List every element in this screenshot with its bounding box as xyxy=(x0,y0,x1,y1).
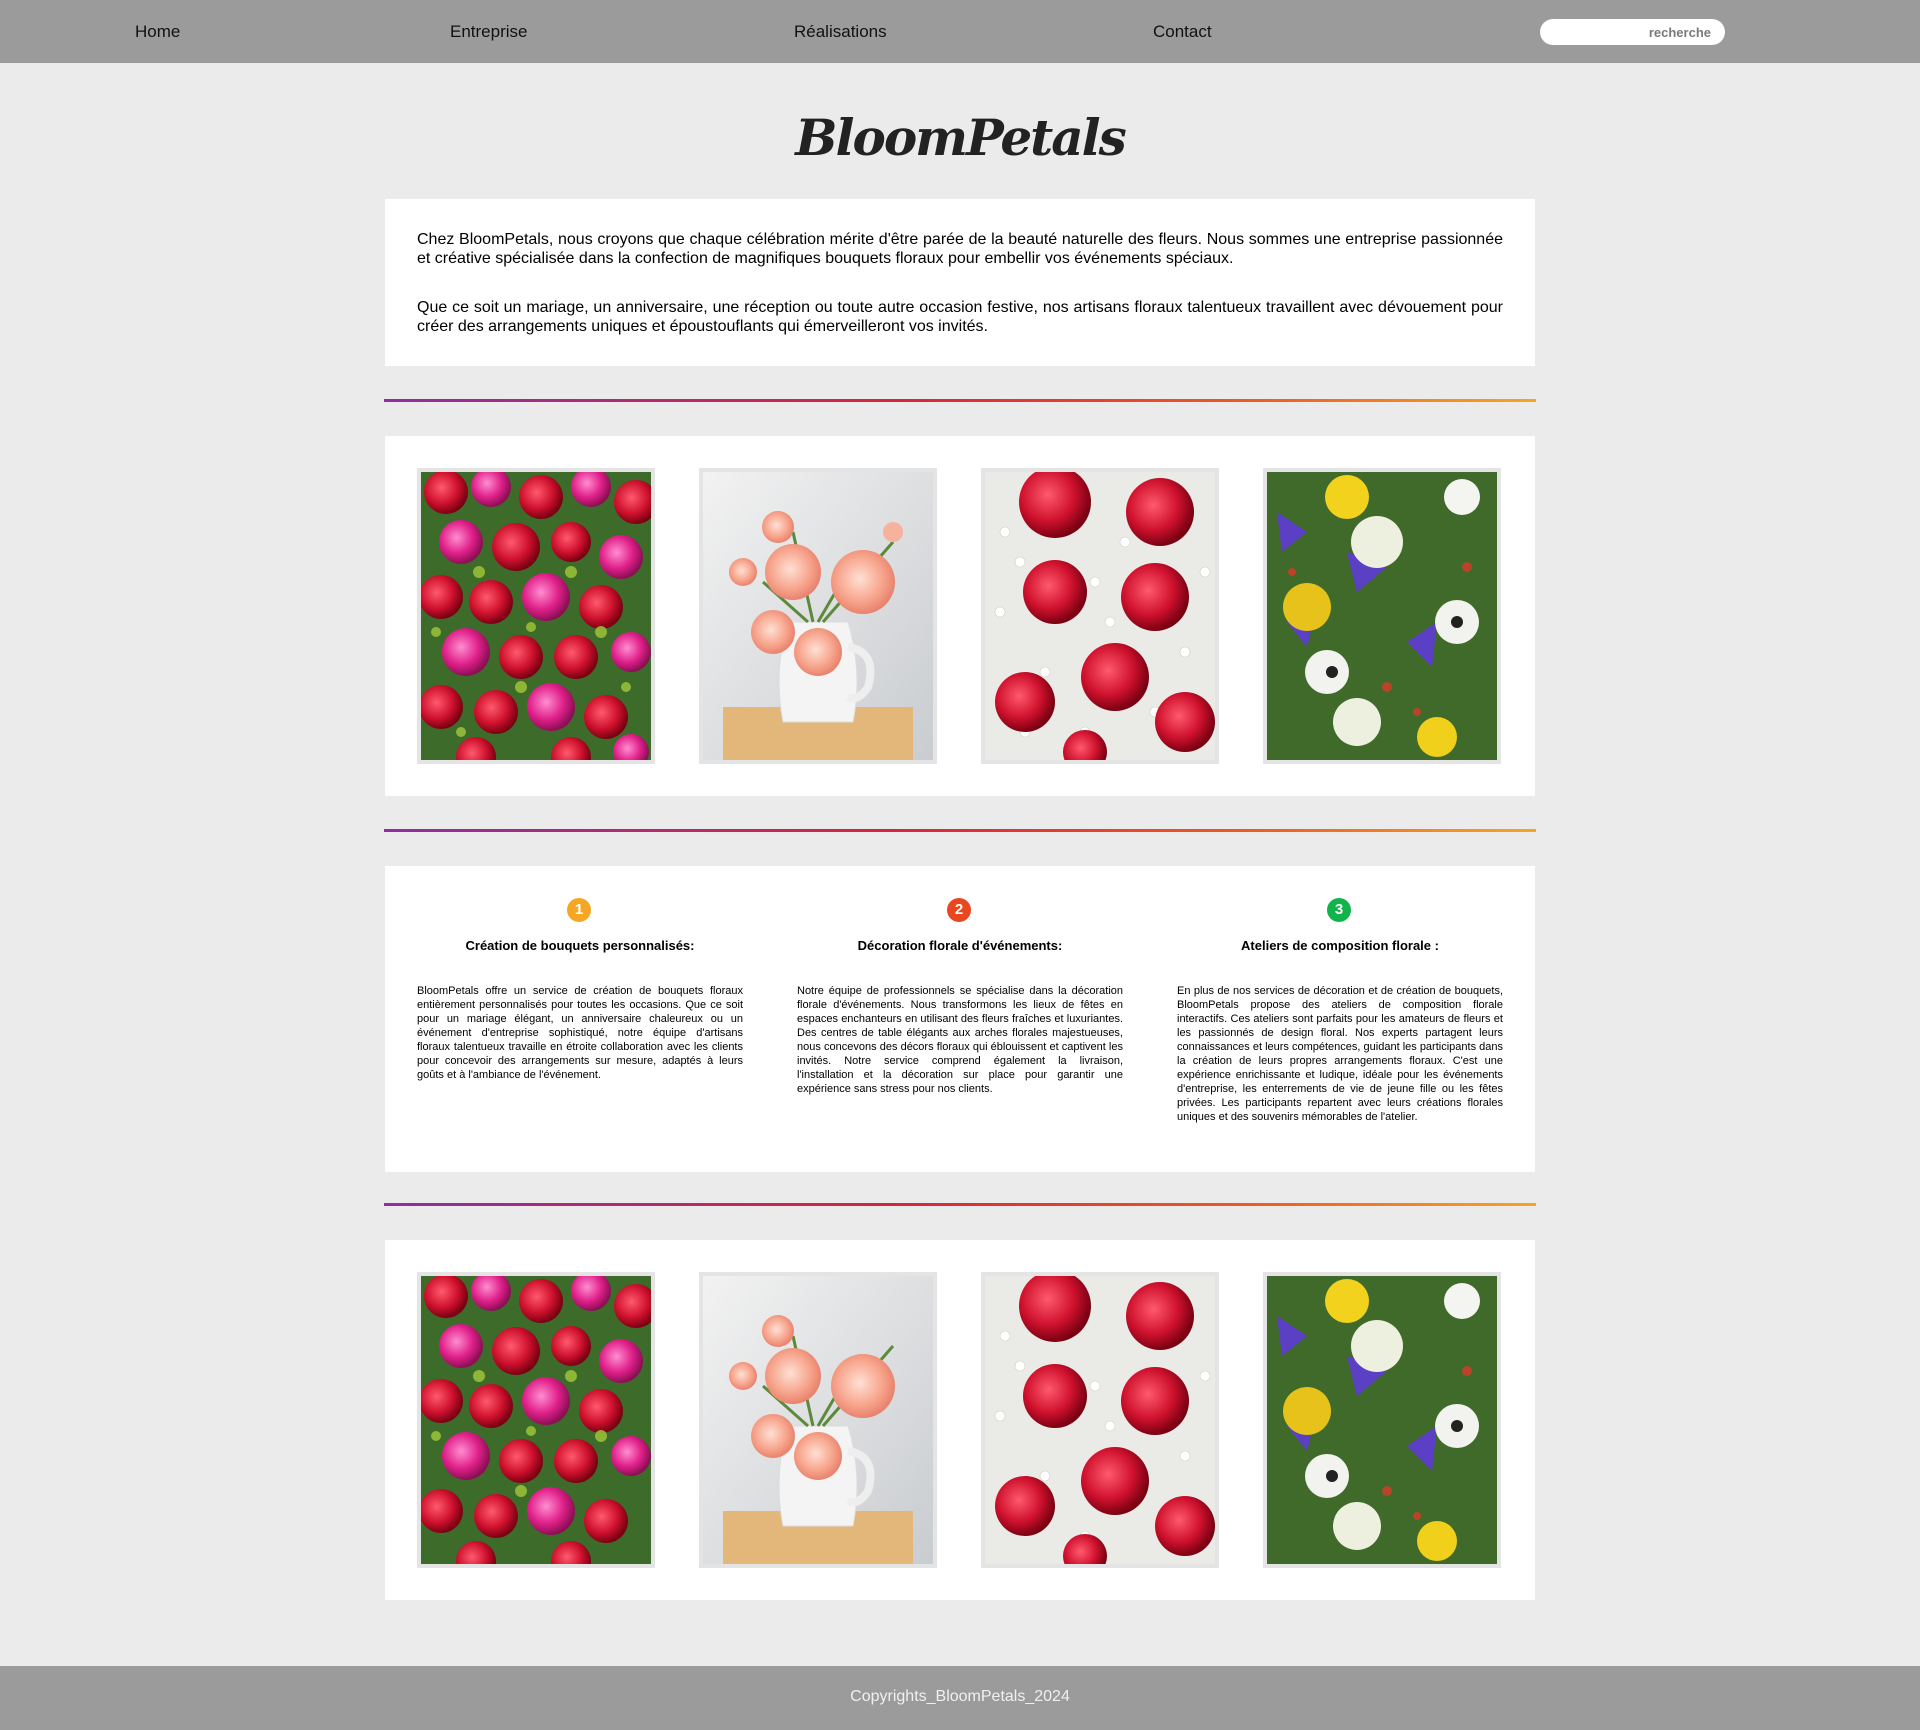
intro-panel: Chez BloomPetals, nous croyons que chaqu… xyxy=(385,199,1535,366)
photo-pink-dahlias xyxy=(699,1272,937,1568)
brand-logo: BloomPetals xyxy=(795,108,1127,167)
page-footer: Copyrights_BloomPetals_2024 xyxy=(0,1666,1920,1730)
number-three-icon: 3 xyxy=(1327,898,1351,922)
photo-gallery-top xyxy=(385,436,1535,796)
photo-gallery-bottom xyxy=(385,1240,1535,1600)
nav-link-realisations[interactable]: Réalisations xyxy=(794,22,887,42)
services-panel: 1 Création de bouquets personnalisés: Bl… xyxy=(385,866,1535,1172)
nav-link-entreprise[interactable]: Entreprise xyxy=(450,22,527,42)
photo-pink-dahlias xyxy=(699,468,937,764)
service-title: Décoration florale d'événements: xyxy=(857,938,1063,953)
photo-mixed-wildflowers xyxy=(1263,1272,1501,1568)
service-description: En plus de nos services de décoration et… xyxy=(1177,985,1503,1123)
gradient-divider xyxy=(384,399,1536,402)
intro-paragraph: Chez BloomPetals, nous croyons que chaqu… xyxy=(417,231,1503,267)
service-title: Création de bouquets personnalisés: xyxy=(465,938,695,953)
number-two-icon: 2 xyxy=(947,898,971,922)
photo-red-roses-gypsophila xyxy=(981,1272,1219,1568)
service-title: Ateliers de composition florale : xyxy=(1241,938,1439,953)
gradient-divider xyxy=(384,1203,1536,1206)
nav-link-home[interactable]: Home xyxy=(135,22,180,42)
top-navbar: Home Entreprise Réalisations Contact xyxy=(0,0,1920,63)
service-description: Notre équipe de professionnels se spécia… xyxy=(797,985,1123,1095)
service-description: BloomPetals offre un service de création… xyxy=(417,985,743,1081)
nav-link-contact[interactable]: Contact xyxy=(1153,22,1212,42)
gradient-divider xyxy=(384,829,1536,832)
photo-red-pink-roses xyxy=(417,1272,655,1568)
intro-paragraph: Que ce soit un mariage, un anniversaire,… xyxy=(417,299,1503,335)
photo-red-pink-roses xyxy=(417,468,655,764)
photo-red-roses-gypsophila xyxy=(981,468,1219,764)
photo-mixed-wildflowers xyxy=(1263,468,1501,764)
search-input[interactable] xyxy=(1540,19,1725,45)
number-one-icon: 1 xyxy=(567,898,591,922)
copyright-text: Copyrights_BloomPetals_2024 xyxy=(850,1688,1070,1705)
